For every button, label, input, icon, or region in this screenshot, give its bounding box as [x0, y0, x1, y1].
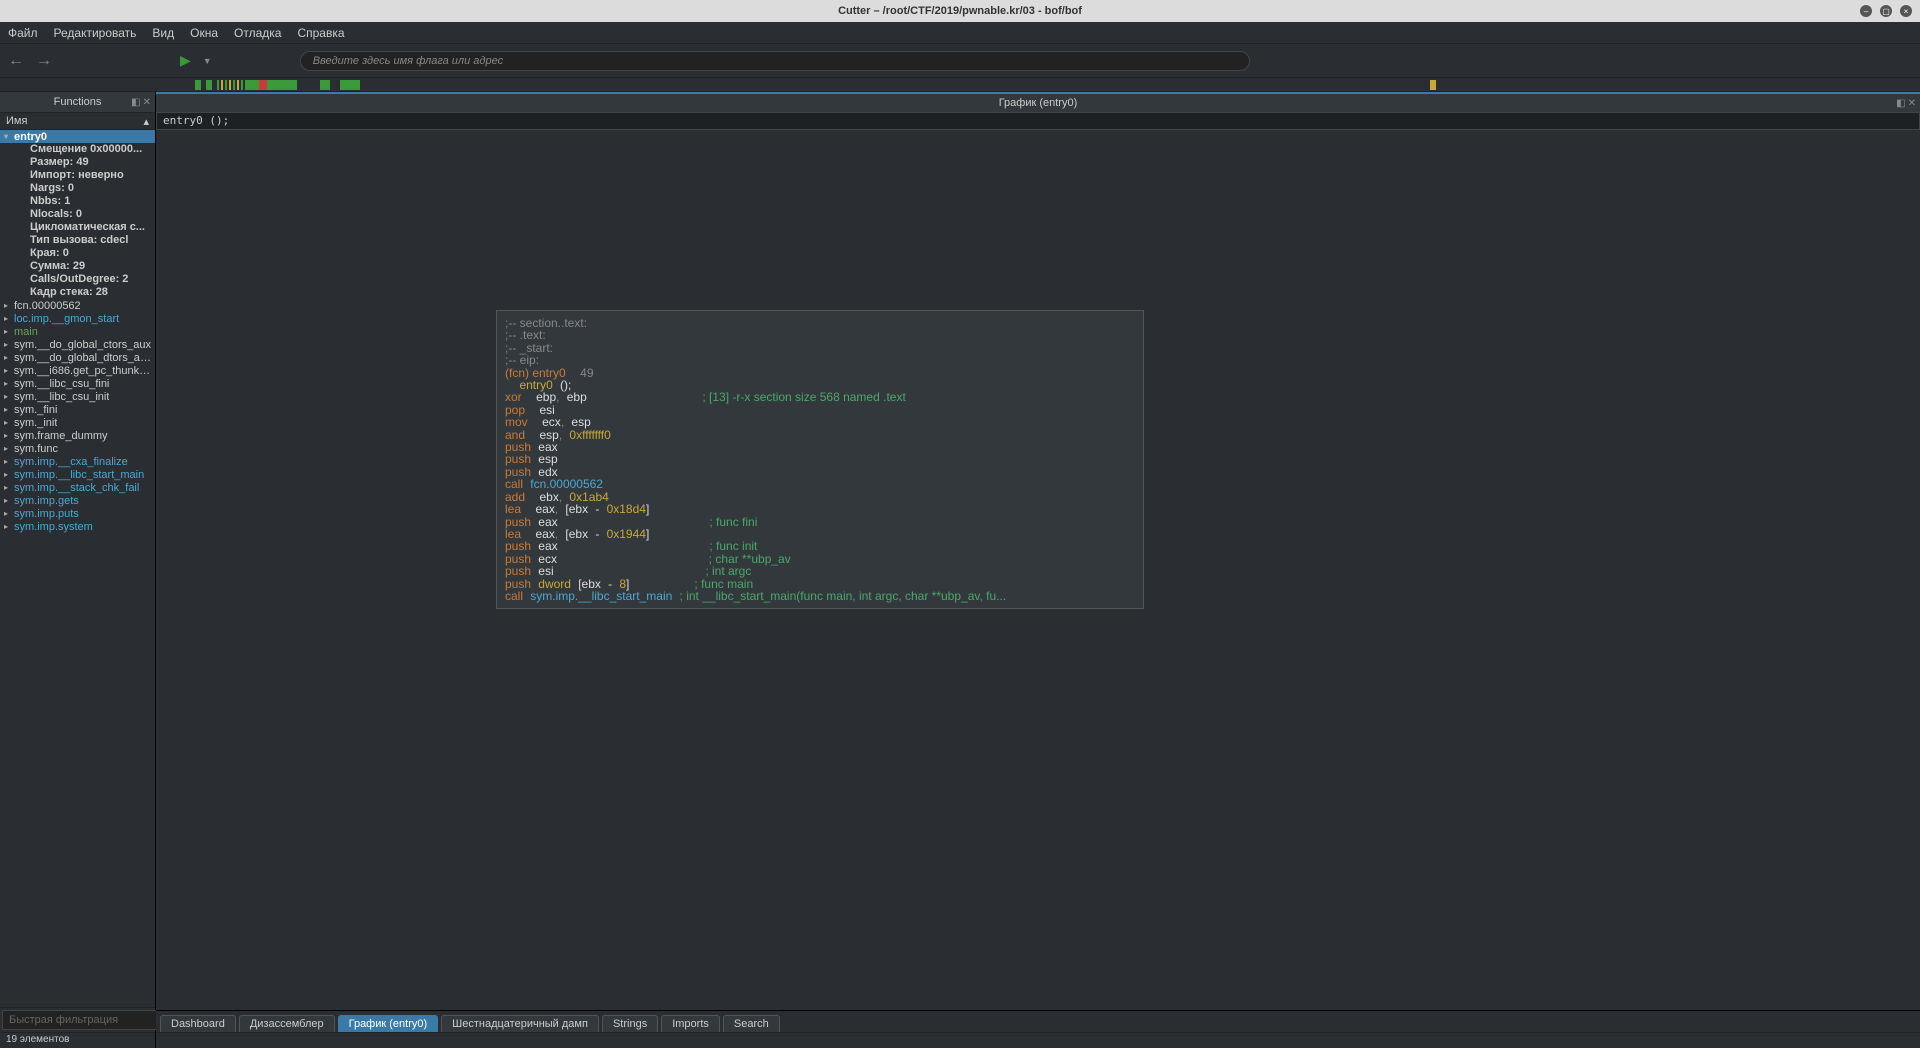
function-item[interactable]: ▸sym.__libc_csu_init: [0, 390, 155, 403]
functions-tree[interactable]: ▾entry0Смещение 0x00000...Размер: 49Импо…: [0, 130, 155, 1007]
function-property: Импорт: неверно: [0, 169, 155, 182]
caret-icon: ▸: [4, 483, 14, 492]
function-property: Края: 0: [0, 247, 155, 260]
main-area: Functions ◧ ✕ Имя ▴ ▾entry0Смещение 0x00…: [0, 92, 1920, 1048]
menu-отладка[interactable]: Отладка: [234, 26, 281, 40]
detach-icon[interactable]: ◧: [131, 97, 140, 108]
toolbar: ← → ▶ ▼: [0, 44, 1920, 78]
close-panel-icon[interactable]: ✕: [143, 97, 151, 108]
maximize-button[interactable]: ▢: [1880, 5, 1892, 17]
function-item[interactable]: ▸sym.imp.gets: [0, 494, 155, 507]
functions-column-header[interactable]: Имя ▴: [0, 112, 155, 130]
caret-icon: ▸: [4, 418, 14, 427]
function-item[interactable]: ▸sym.__do_global_ctors_aux: [0, 338, 155, 351]
sort-arrow-icon: ▴: [143, 115, 149, 128]
caret-icon: ▸: [4, 496, 14, 505]
graph-panel: График (entry0) ◧ ✕ entry0 (); ;-- secti…: [156, 92, 1920, 1048]
tab-5[interactable]: Imports: [661, 1015, 720, 1032]
caret-icon: ▸: [4, 301, 14, 310]
function-item[interactable]: ▸sym.imp.puts: [0, 507, 155, 520]
function-property: Тип вызова: cdecl: [0, 234, 155, 247]
address-input[interactable]: [300, 51, 1250, 71]
caret-icon: ▸: [4, 405, 14, 414]
caret-icon: ▸: [4, 366, 14, 375]
function-signature[interactable]: entry0 ();: [156, 112, 1920, 130]
caret-icon: ▸: [4, 522, 14, 531]
function-item[interactable]: ▸sym.imp.__stack_chk_fail: [0, 481, 155, 494]
tab-2[interactable]: График (entry0): [338, 1015, 439, 1032]
tab-4[interactable]: Strings: [602, 1015, 658, 1032]
detach-icon[interactable]: ◧: [1896, 98, 1905, 109]
function-item[interactable]: ▸sym.func: [0, 442, 155, 455]
caret-icon: ▸: [4, 470, 14, 479]
caret-icon: ▸: [4, 431, 14, 440]
function-item[interactable]: ▸fcn.00000562: [0, 299, 155, 312]
caret-icon: ▸: [4, 314, 14, 323]
menu-bar: Файл Редактировать Вид Окна Отладка Справка: [0, 22, 1920, 44]
back-button[interactable]: ←: [8, 52, 24, 70]
function-property: Сумма: 29: [0, 260, 155, 273]
function-item-entry0[interactable]: ▾entry0: [0, 130, 155, 143]
minimize-button[interactable]: –: [1860, 5, 1872, 17]
menu-справка[interactable]: Справка: [297, 26, 344, 40]
tab-6[interactable]: Search: [723, 1015, 780, 1032]
function-item[interactable]: ▸sym.imp.__libc_start_main: [0, 468, 155, 481]
menu-вид[interactable]: Вид: [152, 26, 174, 40]
function-item[interactable]: ▸sym.imp.system: [0, 520, 155, 533]
caret-icon: ▸: [4, 340, 14, 349]
window-titlebar: Cutter – /root/CTF/2019/pwnable.kr/03 - …: [0, 0, 1920, 22]
functions-header: Functions ◧ ✕: [0, 92, 155, 112]
caret-icon: ▸: [4, 509, 14, 518]
function-item[interactable]: ▸main: [0, 325, 155, 338]
caret-icon: ▸: [4, 379, 14, 388]
graph-header: График (entry0) ◧ ✕: [156, 92, 1920, 112]
function-property: Цикломатическая с...: [0, 221, 155, 234]
function-item[interactable]: ▸sym.frame_dummy: [0, 429, 155, 442]
play-dropdown[interactable]: ▼: [203, 56, 212, 66]
function-item[interactable]: ▸sym.imp.__cxa_finalize: [0, 455, 155, 468]
functions-panel: Functions ◧ ✕ Имя ▴ ▾entry0Смещение 0x00…: [0, 92, 156, 1048]
function-property: Смещение 0x00000...: [0, 143, 155, 156]
play-button[interactable]: ▶: [180, 52, 191, 69]
disasm-node[interactable]: ;-- section..text: ;-- .text: ;-- _start…: [496, 310, 1144, 609]
bottom-tabs: DashboardДизассемблерГрафик (entry0)Шест…: [156, 1010, 1920, 1032]
function-property: Nbbs: 1: [0, 195, 155, 208]
menu-файл[interactable]: Файл: [8, 26, 38, 40]
tab-3[interactable]: Шестнадцатеричный дамп: [441, 1015, 599, 1032]
function-item[interactable]: ▸sym.__do_global_dtors_aux: [0, 351, 155, 364]
function-property: Calls/OutDegree: 2: [0, 273, 155, 286]
caret-icon: ▸: [4, 457, 14, 466]
function-item[interactable]: ▸sym.__libc_csu_fini: [0, 377, 155, 390]
function-property: Nargs: 0: [0, 182, 155, 195]
caret-icon: ▸: [4, 353, 14, 362]
close-button[interactable]: ×: [1900, 5, 1912, 17]
column-name: Имя: [6, 115, 27, 127]
statusbar: [156, 1032, 1920, 1048]
function-item[interactable]: ▸sym._init: [0, 416, 155, 429]
functions-title: Functions: [54, 96, 102, 108]
graph-canvas[interactable]: ;-- section..text: ;-- .text: ;-- _start…: [156, 130, 1920, 1010]
caret-icon: ▸: [4, 392, 14, 401]
window-title: Cutter – /root/CTF/2019/pwnable.kr/03 - …: [838, 5, 1082, 17]
function-property: Кадр стека: 28: [0, 286, 155, 299]
function-property: Размер: 49: [0, 156, 155, 169]
filter-input[interactable]: [2, 1010, 158, 1030]
function-item[interactable]: ▸sym._fini: [0, 403, 155, 416]
close-panel-icon[interactable]: ✕: [1908, 98, 1916, 109]
tab-1[interactable]: Дизассемблер: [239, 1015, 335, 1032]
caret-icon: ▾: [4, 132, 14, 141]
tab-0[interactable]: Dashboard: [160, 1015, 236, 1032]
menu-редактировать[interactable]: Редактировать: [54, 26, 137, 40]
function-property: Nlocals: 0: [0, 208, 155, 221]
memory-overview[interactable]: [0, 78, 1920, 92]
menu-окна[interactable]: Окна: [190, 26, 218, 40]
function-item[interactable]: ▸sym.__i686.get_pc_thunk.bx: [0, 364, 155, 377]
function-item[interactable]: ▸loc.imp.__gmon_start: [0, 312, 155, 325]
functions-status: 19 элементов: [0, 1032, 155, 1048]
caret-icon: ▸: [4, 327, 14, 336]
caret-icon: ▸: [4, 444, 14, 453]
forward-button[interactable]: →: [36, 52, 52, 70]
graph-title: График (entry0): [999, 97, 1078, 109]
